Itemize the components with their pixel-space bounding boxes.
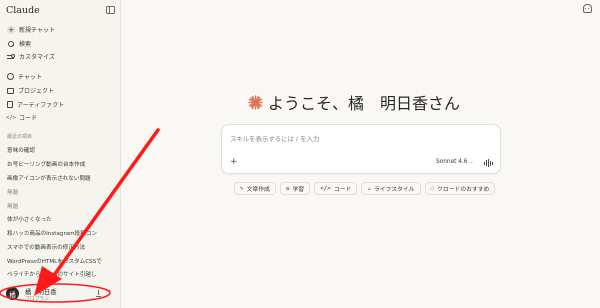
sidebar-item-label: コード: [19, 115, 38, 122]
chip-label: ライフスタイル: [373, 187, 415, 193]
sliders-icon: [7, 53, 15, 61]
plus-icon[interactable]: +: [230, 158, 238, 167]
message-input[interactable]: [230, 134, 492, 144]
chevron-updown-icon[interactable]: ⌃: [107, 289, 112, 296]
code-icon: </>: [6, 114, 16, 121]
greeting: ようこそ、橘 明日香さん: [248, 90, 460, 114]
user-plan: プロプラン: [25, 297, 49, 302]
chip-learning[interactable]: ≡ 学習: [279, 182, 311, 195]
sidebar-item-label: 新規チャット: [19, 27, 55, 34]
chat-icon: [7, 73, 14, 80]
code-icon: </>: [320, 185, 331, 192]
sidebar-item-search[interactable]: 検索: [4, 38, 116, 49]
project-icon: [7, 87, 14, 94]
graduation-cap-icon: ≡: [285, 185, 290, 192]
sidebar-item-artifacts[interactable]: アーティファクト: [4, 99, 116, 110]
sidebar-item-label: 検索: [19, 41, 32, 48]
download-icon[interactable]: [96, 290, 101, 297]
model-selector[interactable]: Sonnet 4.6 ⌄: [436, 159, 474, 165]
message-composer: + Sonnet 4.6⌄: [221, 124, 501, 174]
sidebar-item-label: アーティファクト: [17, 102, 65, 109]
sidebar-item-label: カスタマイズ: [19, 54, 55, 61]
sidebar-item-projects[interactable]: プロジェクト: [4, 85, 116, 96]
plus-circle-icon: +: [7, 25, 15, 34]
claude-app: Claude + 新規チャット 検索 カスタマイズ チャット プロジェクト アー…: [0, 0, 600, 308]
chip-label: 文章作成: [246, 187, 270, 193]
chevron-down-icon: ⌄: [469, 159, 474, 165]
chip-label: コード: [333, 187, 352, 193]
avatar: 橘: [6, 287, 19, 300]
sidebar-item-chats[interactable]: チャット: [4, 71, 116, 82]
incognito-ghost-icon[interactable]: [583, 4, 592, 13]
artifact-icon: [7, 101, 13, 108]
app-title: Claude: [6, 5, 40, 16]
model-label: Sonnet 4.6: [436, 159, 468, 165]
recent-chat-item[interactable]: ペライチからTCDへのサイト引越し: [7, 270, 115, 278]
sidebar-item-label: プロジェクト: [18, 88, 55, 95]
greeting-text: ようこそ、橘 明日香さん: [268, 94, 461, 113]
chip-label: 学習: [292, 187, 305, 193]
recent-chat-item[interactable]: スマホでの動画表示の修正方法: [7, 243, 115, 251]
suggestion-chips: ✎ 文章作成 ≡ 学習 </> コード ☕ ライフスタイル ◌ クロードのおすす…: [234, 182, 496, 195]
recent-chat-item[interactable]: WordPressのHTMLをカスタムCSSで: [7, 257, 115, 265]
chip-label: クロードのおすすめ: [437, 187, 490, 193]
recent-chat-item[interactable]: 和ハッカ商品のInstagram投稿コン: [7, 229, 115, 237]
user-account-button[interactable]: 橘 橘 明日香 プロプラン ⌃: [3, 284, 117, 303]
chip-code[interactable]: </> コード: [314, 182, 358, 195]
recent-chat-item[interactable]: 画像アイコンが表示されない問題: [7, 174, 115, 182]
chip-writing[interactable]: ✎ 文章作成: [234, 182, 276, 195]
search-icon: [7, 40, 15, 48]
coffee-icon: ☕: [367, 185, 371, 192]
sidebar: Claude + 新規チャット 検索 カスタマイズ チャット プロジェクト アー…: [0, 0, 121, 308]
chip-claude-picks[interactable]: ◌ クロードのおすすめ: [424, 182, 496, 195]
claude-spark-icon: [248, 94, 263, 110]
recent-chat-item[interactable]: 無題: [7, 202, 115, 210]
voice-waveform-icon[interactable]: [484, 159, 494, 167]
pen-icon: ✎: [240, 185, 244, 192]
sidebar-item-customize[interactable]: カスタマイズ: [4, 51, 116, 62]
recent-chat-item[interactable]: 体が小さくなった: [7, 215, 115, 223]
sidebar-item-new-chat[interactable]: + 新規チャット: [4, 24, 116, 35]
sidebar-item-label: チャット: [18, 74, 42, 81]
lightbulb-icon: ◌: [430, 185, 435, 192]
sidebar-item-code[interactable]: </> コード: [4, 112, 116, 123]
recent-chat-item[interactable]: 無題: [7, 188, 115, 196]
recents-title: 最近の項目: [7, 134, 33, 140]
recent-chat-item[interactable]: 意味の確認: [7, 146, 115, 154]
recent-chat-item[interactable]: お号ヒーリング動画の台本作成: [7, 160, 115, 168]
chip-lifestyle[interactable]: ☕ ライフスタイル: [361, 182, 421, 195]
sidebar-toggle-icon[interactable]: [106, 6, 115, 14]
